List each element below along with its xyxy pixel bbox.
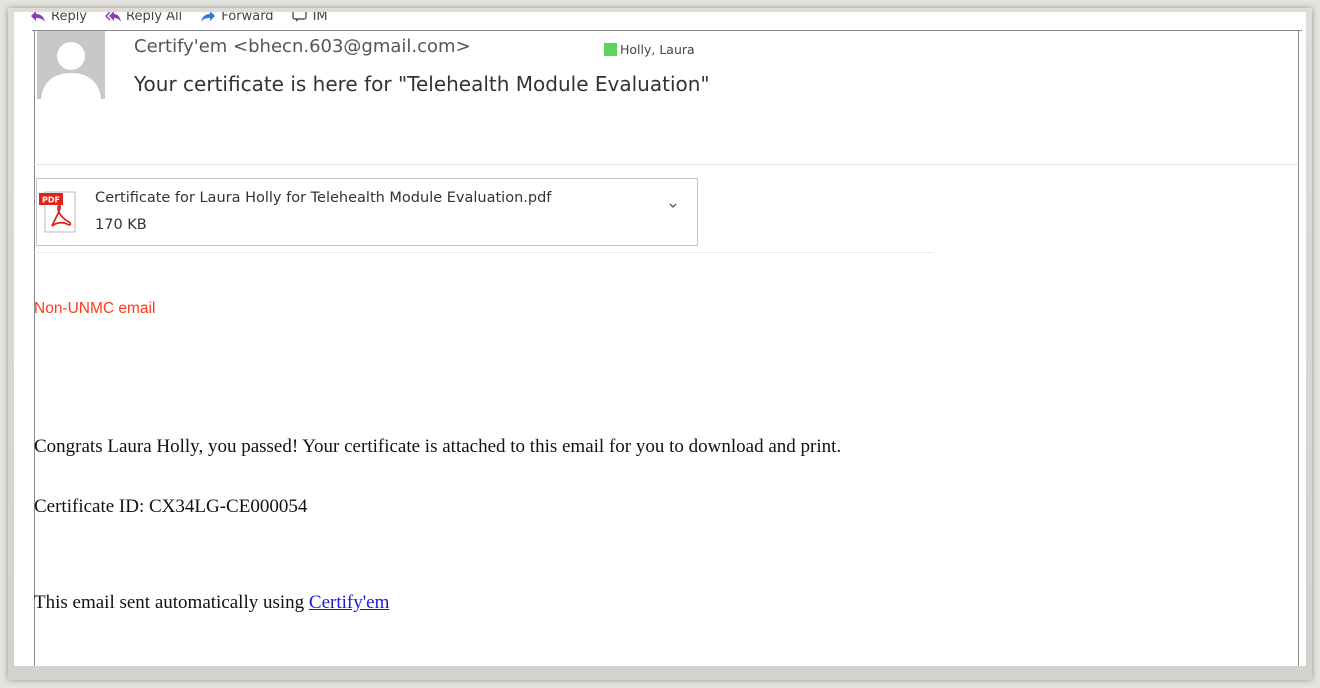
email-reading-pane: Reply Reply All Forward IM Certify'em <b… [14,12,1306,666]
pdf-file-icon: PDF [39,191,76,233]
chat-bubble-icon [291,12,307,22]
certificate-id: Certificate ID: CX34LG-CE000054 [34,496,308,517]
external-email-warning: Non-UNMC email [34,300,156,317]
recipient-name: Holly, Laura [620,42,695,57]
forward-button[interactable]: Forward [200,12,274,24]
pane-left-border [34,30,35,666]
im-button[interactable]: IM [291,12,328,24]
header-divider [34,164,1298,165]
reply-all-button[interactable]: Reply All [105,12,182,24]
chevron-down-icon[interactable] [667,199,679,211]
reply-all-icon [105,12,122,22]
attachment-card[interactable]: PDF Certificate for Laura Holly for Tele… [36,178,698,246]
attachment-size: 170 KB [95,217,147,233]
reply-all-label: Reply All [126,12,183,24]
certifyem-link[interactable]: Certify'em [309,592,389,613]
reply-label: Reply [51,12,88,24]
message-toolbar: Reply Reply All Forward IM [30,12,328,28]
presence-status-icon [604,43,617,56]
email-subject: Your certificate is here for "Telehealth… [134,72,710,96]
forward-icon [201,12,216,22]
sender-avatar[interactable] [37,31,105,99]
forward-label: Forward [221,12,274,24]
header-top-border [32,30,1302,31]
person-silhouette-icon [41,42,101,99]
reply-icon [31,12,45,22]
reply-button[interactable]: Reply [30,12,87,24]
im-label: IM [312,12,328,24]
sender-address[interactable]: Certify'em <bhecn.603@gmail.com> [134,36,471,57]
pane-right-border [1298,30,1299,666]
footer-line: This email sent automatically using Cert… [34,592,389,614]
attachment-divider [34,252,934,253]
attachment-filename: Certificate for Laura Holly for Teleheal… [95,190,552,206]
footer-prefix: This email sent automatically using [34,592,309,613]
pdf-badge-text: PDF [42,196,60,205]
congrats-message: Congrats Laura Holly, you passed! Your c… [34,436,842,457]
recipient-chip[interactable]: Holly, Laura [604,42,695,57]
